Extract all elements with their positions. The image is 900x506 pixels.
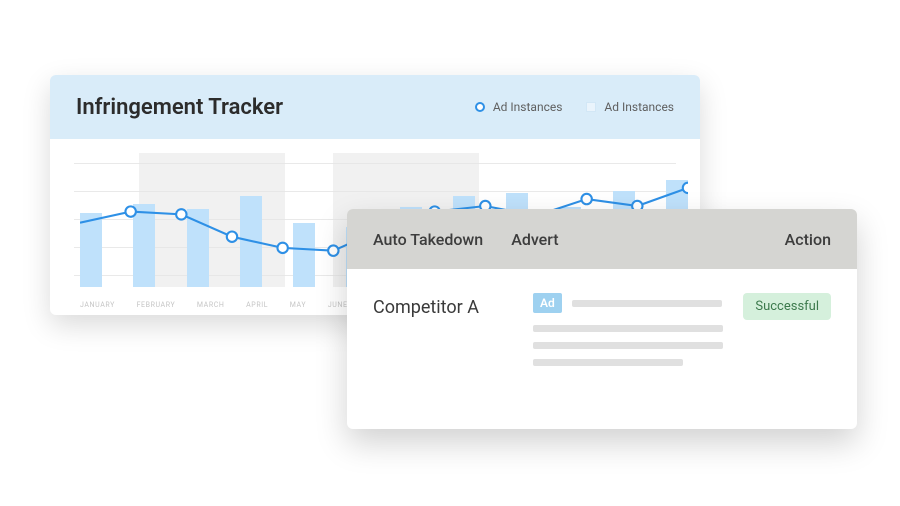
- column-action: Action: [785, 230, 831, 249]
- line-point-icon: [328, 245, 338, 255]
- legend-bar-label: Ad Instances: [604, 100, 674, 114]
- tracker-title: Infringement Tracker: [76, 95, 283, 120]
- square-icon: [586, 102, 596, 112]
- status-badge[interactable]: Successful: [743, 293, 831, 320]
- line-point-icon: [227, 231, 237, 241]
- tracker-header: Infringement Tracker Ad Instances Ad Ins…: [50, 75, 700, 139]
- text-placeholder: [533, 325, 723, 332]
- text-placeholder: [533, 342, 723, 349]
- legend-line-item[interactable]: Ad Instances: [475, 100, 563, 114]
- column-advert: Advert: [511, 230, 558, 249]
- line-point-icon: [683, 183, 688, 193]
- legend-line-label: Ad Instances: [493, 100, 563, 114]
- legend-bar-item[interactable]: Ad Instances: [586, 100, 674, 114]
- tracker-legend: Ad Instances Ad Instances: [475, 100, 674, 114]
- advert-preview: Ad: [533, 293, 733, 366]
- line-point-icon: [581, 194, 591, 204]
- line-point-icon: [277, 243, 287, 253]
- xaxis-label: APRIL: [246, 301, 268, 309]
- text-placeholder: [533, 359, 683, 366]
- ad-badge: Ad: [533, 293, 562, 313]
- xaxis-label: MAY: [290, 301, 306, 309]
- competitor-name: Competitor A: [373, 293, 533, 318]
- line-point-icon: [176, 209, 186, 219]
- table-row: Competitor A Ad Successful: [347, 269, 857, 390]
- text-placeholder: [572, 300, 722, 307]
- xaxis-label: MARCH: [197, 301, 225, 309]
- xaxis-label: JUNE: [328, 301, 348, 309]
- circle-icon: [475, 102, 485, 112]
- xaxis-label: FEBRUARY: [137, 301, 176, 309]
- line-point-icon: [125, 206, 135, 216]
- takedown-header: Auto Takedown Advert Action: [347, 209, 857, 269]
- auto-takedown-card: Auto Takedown Advert Action Competitor A…: [347, 209, 857, 429]
- xaxis-label: JANUARY: [80, 301, 115, 309]
- column-auto-takedown: Auto Takedown: [373, 230, 483, 249]
